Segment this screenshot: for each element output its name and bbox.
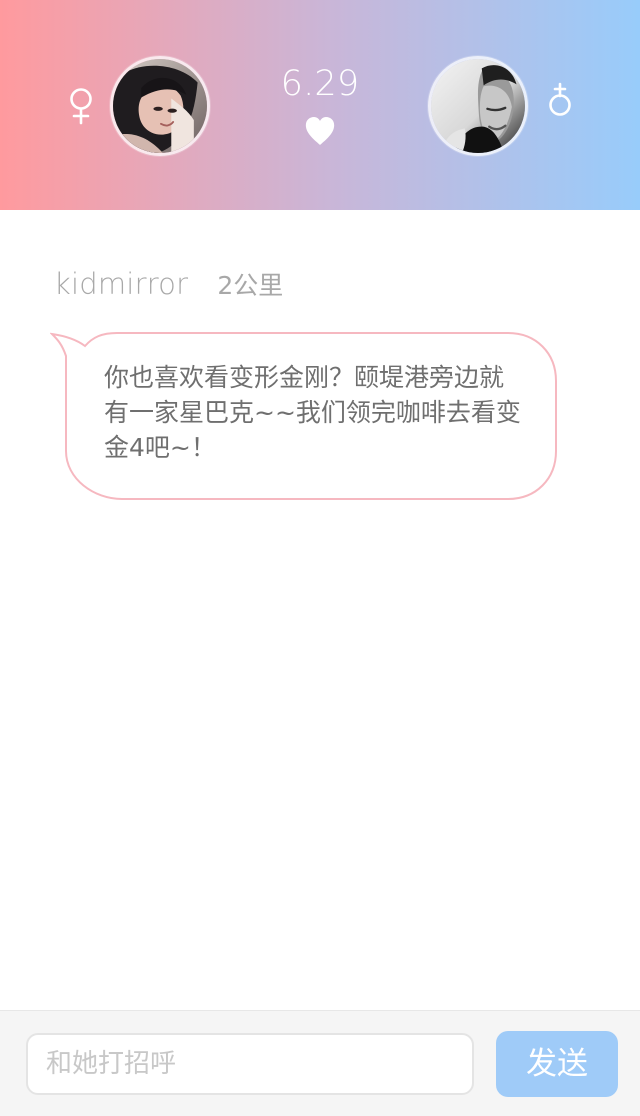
- sender-distance: 2公里: [217, 271, 284, 300]
- female-symbol-icon: [64, 85, 98, 129]
- sender-username[interactable]: kidmirror: [54, 267, 188, 301]
- match-score-block: 6.29: [270, 62, 370, 148]
- message-sender-row: kidmirror 2公里: [54, 266, 283, 306]
- male-avatar[interactable]: [428, 56, 528, 156]
- message-input[interactable]: [26, 1033, 474, 1095]
- heart-icon: [305, 117, 335, 145]
- message-text: 你也喜欢看变形金刚？颐堤港旁边就有一家星巴克~~我们领完咖啡去看变金4吧~！: [104, 363, 521, 462]
- match-score: 6.29: [280, 64, 360, 104]
- composer-bar: 发送: [0, 1010, 640, 1116]
- send-button[interactable]: 发送: [496, 1031, 618, 1097]
- chat-screen: 6.29 kidmirror 2公里 你也喜欢看变形金刚？颐堤港旁边就有一家星巴…: [0, 0, 640, 1116]
- match-header: 6.29: [0, 0, 640, 210]
- female-avatar[interactable]: [110, 56, 210, 156]
- male-symbol-icon: [545, 80, 579, 124]
- message-bubble: 你也喜欢看变形金刚？颐堤港旁边就有一家星巴克~~我们领完咖啡去看变金4吧~！: [50, 332, 558, 502]
